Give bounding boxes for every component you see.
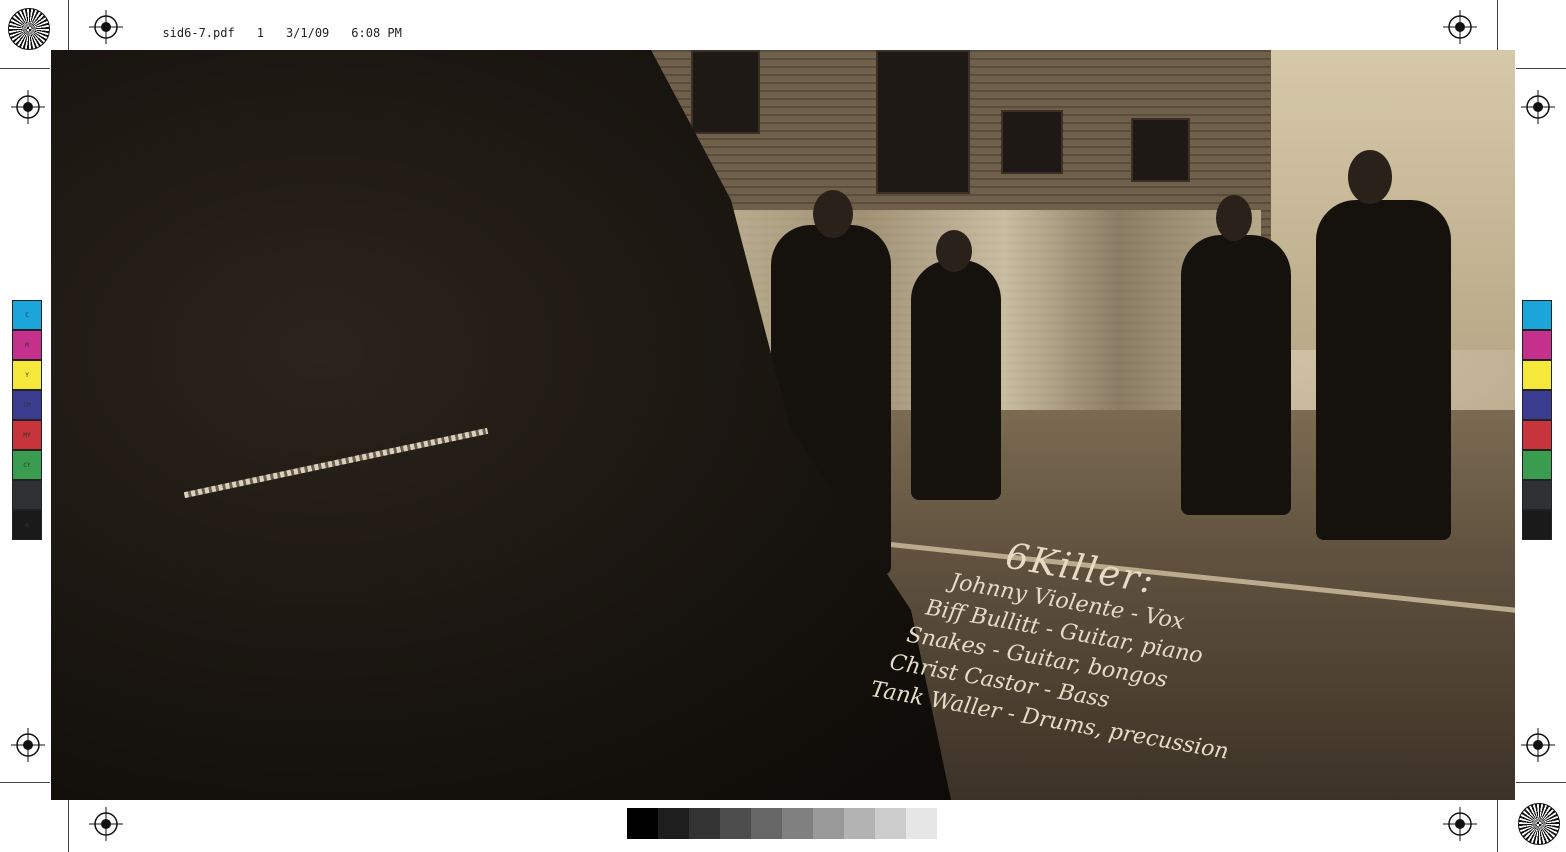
registration-mark-icon xyxy=(89,10,123,44)
grey-swatch xyxy=(720,808,751,839)
color-swatch xyxy=(1522,510,1552,540)
grey-swatch xyxy=(813,808,844,839)
band-member-head xyxy=(813,190,853,238)
color-swatch xyxy=(1522,360,1552,390)
band-member-head xyxy=(936,230,972,272)
color-swatch: C xyxy=(12,300,42,330)
band-member-figure xyxy=(1316,200,1451,540)
photo-window xyxy=(1001,110,1063,174)
slug-page: 1 xyxy=(256,26,264,40)
grey-swatch xyxy=(658,808,689,839)
photo-window xyxy=(876,50,970,194)
print-slug: sid6-7.pdf 1 3/1/09 6:08 PM xyxy=(148,12,424,40)
star-target-icon xyxy=(1518,803,1560,845)
color-swatch: CM xyxy=(12,390,42,420)
trim-mark xyxy=(1516,68,1566,69)
band-member-head xyxy=(1348,150,1392,204)
color-swatch xyxy=(1522,450,1552,480)
band-member-figure xyxy=(911,260,1001,500)
color-swatch: Y xyxy=(12,360,42,390)
grey-swatch xyxy=(689,808,720,839)
color-swatch: M xyxy=(12,330,42,360)
trim-mark xyxy=(68,800,69,852)
grey-swatch xyxy=(875,808,906,839)
color-swatch: CMY xyxy=(12,480,42,510)
photo-window xyxy=(1131,118,1190,182)
band-member-head xyxy=(1216,195,1252,241)
photo-window xyxy=(691,50,760,134)
trim-mark xyxy=(0,782,50,783)
trim-mark xyxy=(68,0,69,50)
trim-mark xyxy=(1497,800,1498,852)
slug-time: 6:08 PM xyxy=(351,26,402,40)
color-swatch xyxy=(1522,330,1552,360)
trim-mark xyxy=(1497,0,1498,50)
grey-swatch xyxy=(906,808,937,839)
grey-scale-bar xyxy=(627,808,937,839)
color-swatch xyxy=(1522,390,1552,420)
grey-swatch xyxy=(844,808,875,839)
color-swatch xyxy=(1522,300,1552,330)
band-member-figure xyxy=(1181,235,1291,515)
registration-mark-icon xyxy=(1521,728,1555,762)
band-photo: 6Killer: Johnny Violente - Vox Biff Bull… xyxy=(51,50,1515,800)
registration-mark-icon xyxy=(1443,10,1477,44)
cmyk-color-bar-right xyxy=(1522,300,1552,540)
color-swatch: MY xyxy=(12,420,42,450)
registration-mark-icon xyxy=(11,728,45,762)
trim-mark xyxy=(0,68,50,69)
slug-date: 3/1/09 xyxy=(285,26,330,40)
registration-mark-icon xyxy=(1521,90,1555,124)
grey-swatch xyxy=(627,808,658,839)
trim-mark xyxy=(1516,782,1566,783)
grey-swatch xyxy=(751,808,782,839)
color-swatch: K xyxy=(12,510,42,540)
star-target-icon xyxy=(8,8,50,50)
color-swatch xyxy=(1522,420,1552,450)
registration-mark-icon xyxy=(89,807,123,841)
color-swatch xyxy=(1522,480,1552,510)
grey-swatch xyxy=(782,808,813,839)
cmyk-color-bar-left: C M Y CM MY CY CMY K xyxy=(12,300,42,540)
slug-filename: sid6-7.pdf xyxy=(162,26,235,40)
registration-mark-icon xyxy=(1443,807,1477,841)
registration-mark-icon xyxy=(11,90,45,124)
color-swatch: CY xyxy=(12,450,42,480)
